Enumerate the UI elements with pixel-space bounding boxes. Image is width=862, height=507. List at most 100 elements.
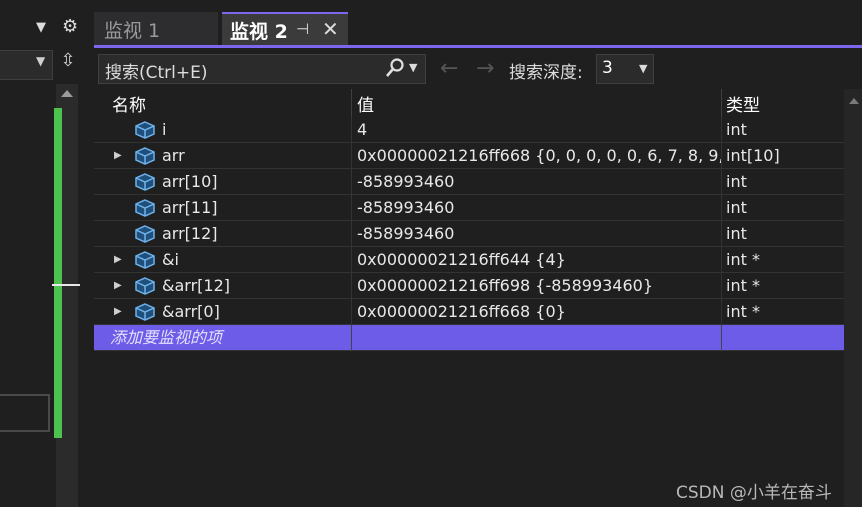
table-row[interactable]: ▶ &arr[12] 0x00000021216ff698 {-858993460}… bbox=[94, 273, 844, 299]
column-header-name[interactable]: 名称 bbox=[94, 89, 352, 117]
value-cell[interactable]: 4 bbox=[352, 117, 722, 143]
add-watch-cell[interactable]: 添加要监视的项 bbox=[94, 325, 352, 351]
value-cell[interactable]: 0x00000021216ff668 {0} bbox=[352, 299, 722, 325]
expand-arrow-icon[interactable]: ▶ bbox=[114, 247, 122, 273]
scroll-up-icon[interactable] bbox=[58, 86, 76, 100]
name-cell[interactable]: i bbox=[94, 117, 352, 143]
variable-value: 4 bbox=[357, 120, 368, 139]
name-cell[interactable]: ▶ &arr[0] bbox=[94, 299, 352, 325]
variable-value: 0x00000021216ff644 {4} bbox=[357, 250, 566, 269]
variable-name: &arr[12] bbox=[162, 276, 230, 295]
scroll-thumb[interactable] bbox=[54, 108, 62, 438]
value-cell[interactable]: -858993460 bbox=[352, 221, 722, 247]
search-depth-label: 搜索深度: bbox=[509, 63, 583, 83]
column-header-label: 名称 bbox=[112, 96, 146, 116]
column-header-type[interactable]: 类型 bbox=[722, 89, 844, 117]
table-row[interactable]: arr[12] -858993460 int bbox=[94, 221, 844, 247]
column-header-label: 值 bbox=[357, 96, 374, 116]
variable-name: arr bbox=[162, 146, 185, 165]
variable-value: -858993460 bbox=[357, 198, 455, 217]
expand-arrow-icon[interactable]: ▶ bbox=[114, 143, 122, 169]
value-cell[interactable]: 0x00000021216ff668 {0, 0, 0, 0, 0, 6, 7,… bbox=[352, 143, 722, 169]
grid-scrollbar[interactable] bbox=[844, 89, 862, 507]
tab-underline bbox=[94, 45, 862, 48]
name-cell[interactable]: arr[11] bbox=[94, 195, 352, 221]
variable-type: int bbox=[726, 224, 747, 243]
search-placeholder: 搜索(Ctrl+E) bbox=[105, 63, 208, 83]
close-icon[interactable]: ✕ bbox=[322, 17, 339, 41]
variable-type: int bbox=[726, 198, 747, 217]
variable-name: i bbox=[162, 120, 167, 139]
expand-arrow-icon[interactable]: ▶ bbox=[114, 273, 122, 299]
search-icon[interactable] bbox=[385, 57, 405, 79]
search-depth-value: 3 bbox=[602, 58, 613, 78]
value-cell[interactable]: 0x00000021216ff644 {4} bbox=[352, 247, 722, 273]
variable-name: &i bbox=[162, 250, 179, 269]
value-cell[interactable]: 0x00000021216ff698 {-858993460} bbox=[352, 273, 722, 299]
name-cell[interactable]: arr[12] bbox=[94, 221, 352, 247]
table-row[interactable]: ▶ arr 0x00000021216ff668 {0, 0, 0, 0, 0, 6… bbox=[94, 143, 844, 169]
variable-object-icon bbox=[134, 120, 156, 140]
add-watch-value-cell bbox=[352, 325, 722, 351]
variable-value: 0x00000021216ff698 {-858993460} bbox=[357, 276, 654, 295]
variable-value: 0x00000021216ff668 {0} bbox=[357, 302, 566, 321]
gear-icon[interactable]: ⚙ bbox=[62, 16, 78, 37]
split-icon[interactable]: ⇳ bbox=[58, 50, 78, 76]
scroll-position-marker bbox=[52, 284, 80, 286]
add-watch-row[interactable]: 添加要监视的项 bbox=[94, 325, 844, 351]
variable-name: &arr[0] bbox=[162, 302, 220, 321]
variable-name: arr[11] bbox=[162, 198, 218, 217]
name-cell[interactable]: ▶ &i bbox=[94, 247, 352, 273]
tab-label: 监视 1 bbox=[104, 20, 161, 42]
variable-object-icon bbox=[134, 172, 156, 192]
back-arrow-icon[interactable]: ← bbox=[440, 56, 458, 81]
variable-object-icon bbox=[134, 276, 156, 296]
variable-type: int * bbox=[726, 276, 760, 295]
type-cell: int bbox=[722, 221, 844, 247]
type-cell: int bbox=[722, 117, 844, 143]
tab-watch-2[interactable]: 监视 2 ⊣ ✕ bbox=[222, 12, 348, 46]
value-cell[interactable]: -858993460 bbox=[352, 169, 722, 195]
name-cell[interactable]: arr[10] bbox=[94, 169, 352, 195]
variable-object-icon bbox=[134, 302, 156, 322]
column-header-label: 类型 bbox=[726, 96, 760, 116]
variable-object-icon bbox=[134, 198, 156, 218]
tab-label: 监视 2 bbox=[230, 21, 288, 43]
chevron-down-icon[interactable]: ▼ bbox=[36, 54, 50, 72]
search-depth-select[interactable]: 3 ▼ bbox=[596, 54, 654, 84]
forward-arrow-icon[interactable]: → bbox=[476, 56, 494, 81]
search-input[interactable]: 搜索(Ctrl+E) ▼ bbox=[98, 54, 426, 84]
variable-type: int bbox=[726, 120, 747, 139]
variable-value: -858993460 bbox=[357, 172, 455, 191]
tab-watch-1[interactable]: 监视 1 bbox=[94, 12, 218, 46]
variable-object-icon bbox=[134, 250, 156, 270]
column-header-value[interactable]: 值 bbox=[352, 89, 722, 117]
name-cell[interactable]: ▶ &arr[12] bbox=[94, 273, 352, 299]
variable-type: int * bbox=[726, 302, 760, 321]
pin-icon[interactable]: ⊣ bbox=[296, 20, 309, 38]
scroll-up-icon[interactable] bbox=[848, 96, 860, 106]
chevron-down-icon[interactable]: ▼ bbox=[36, 20, 46, 35]
type-cell: int bbox=[722, 195, 844, 221]
add-watch-placeholder: 添加要监视的项 bbox=[110, 328, 223, 347]
watermark: CSDN @小羊在奋斗 bbox=[676, 483, 832, 503]
table-row[interactable]: ▶ &i 0x00000021216ff644 {4} int * bbox=[94, 247, 844, 273]
expand-arrow-icon[interactable]: ▶ bbox=[114, 299, 122, 325]
variable-value: 0x00000021216ff668 {0, 0, 0, 0, 0, 6, 7,… bbox=[357, 146, 722, 165]
chevron-down-icon[interactable]: ▼ bbox=[409, 61, 417, 74]
type-cell: int * bbox=[722, 247, 844, 273]
variable-object-icon bbox=[134, 224, 156, 244]
table-row[interactable]: i 4 int bbox=[94, 117, 844, 143]
name-cell[interactable]: ▶ arr bbox=[94, 143, 352, 169]
table-row[interactable]: arr[11] -858993460 int bbox=[94, 195, 844, 221]
variable-value: -858993460 bbox=[357, 224, 455, 243]
type-cell: int * bbox=[722, 273, 844, 299]
table-row[interactable]: arr[10] -858993460 int bbox=[94, 169, 844, 195]
chevron-down-icon: ▼ bbox=[639, 62, 648, 75]
variable-type: int bbox=[726, 172, 747, 191]
type-cell: int[10] bbox=[722, 143, 844, 169]
table-row[interactable]: ▶ &arr[0] 0x00000021216ff668 {0} int * bbox=[94, 299, 844, 325]
variable-type: int * bbox=[726, 250, 760, 269]
value-cell[interactable]: -858993460 bbox=[352, 195, 722, 221]
variable-object-icon bbox=[134, 146, 156, 166]
